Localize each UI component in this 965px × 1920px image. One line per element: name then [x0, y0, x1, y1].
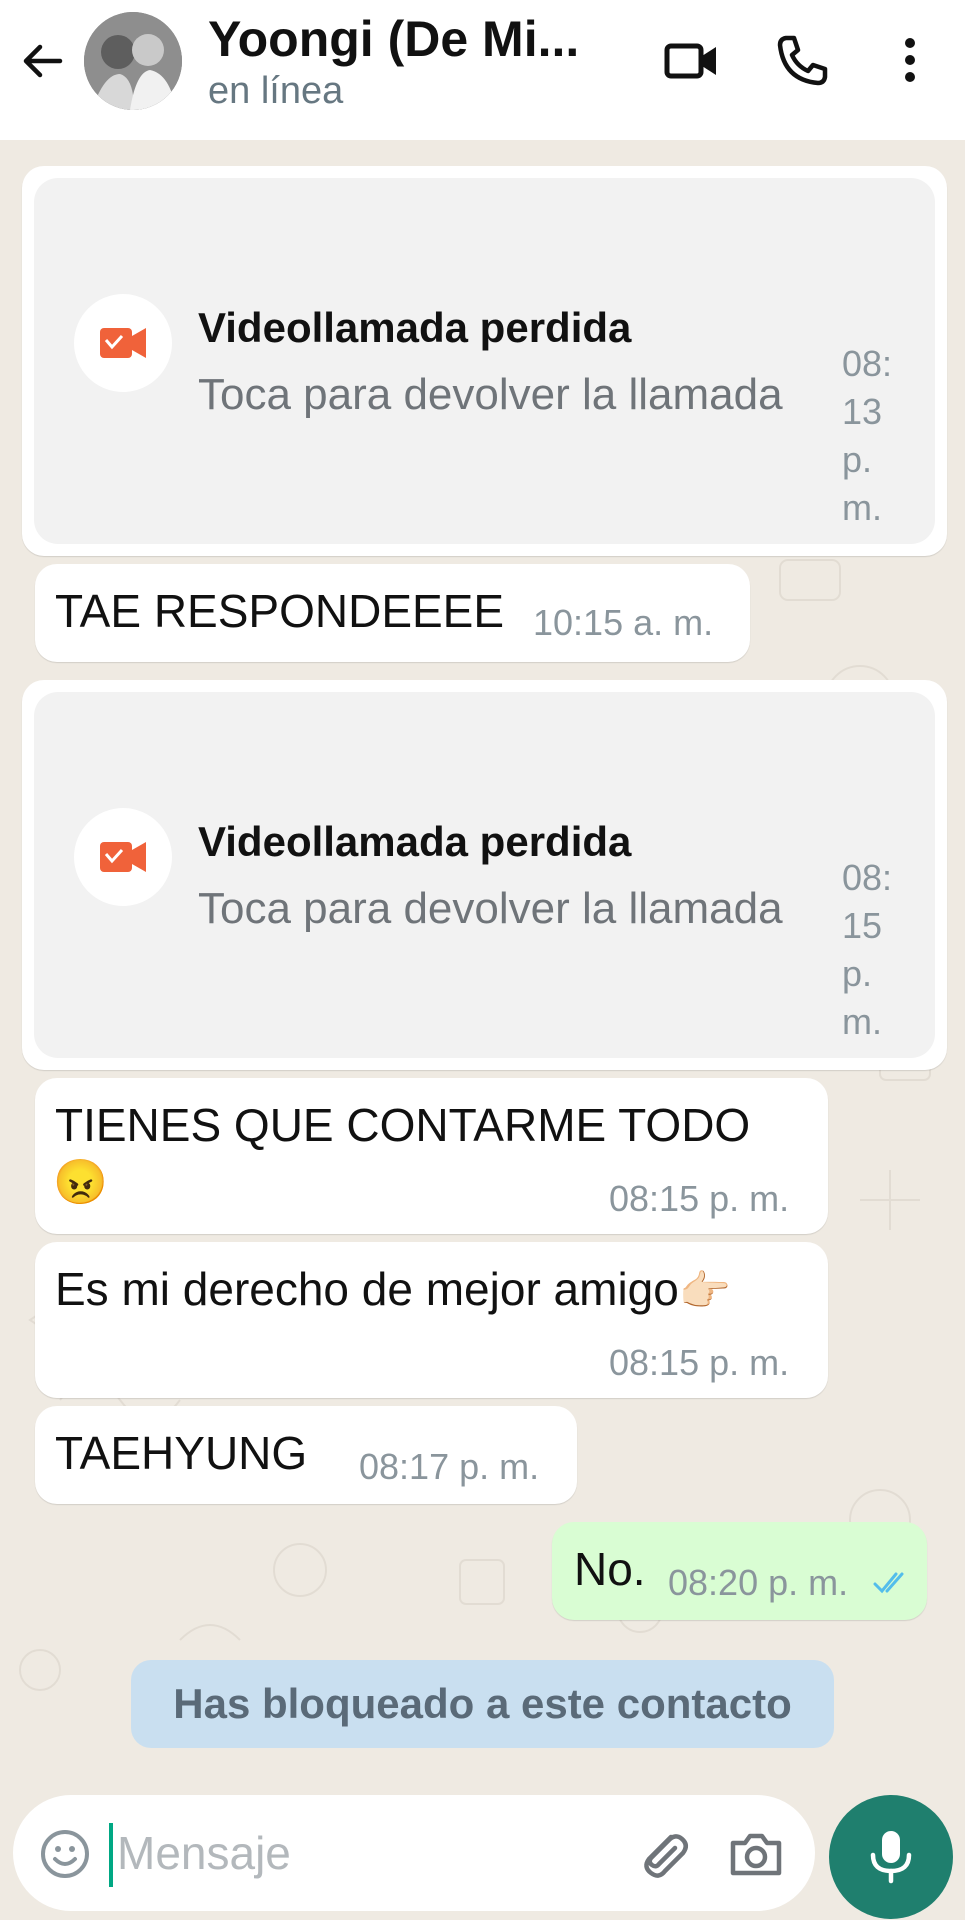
message-time: 10:15 a. m. — [533, 602, 714, 643]
phone-icon[interactable] — [772, 30, 832, 90]
message-time: 08:17 p. m. — [359, 1446, 540, 1487]
camera-icon[interactable] — [725, 1823, 787, 1885]
missed-call-bubble[interactable]: Videollamada perdida Toca para devolver … — [22, 680, 947, 1070]
read-receipt-icon — [873, 1572, 904, 1594]
blocked-contact-notice[interactable]: Has bloqueado a este contacto — [131, 1660, 834, 1748]
back-arrow-icon[interactable] — [18, 36, 68, 86]
message-composer — [13, 1795, 815, 1911]
avatar[interactable] — [84, 12, 182, 110]
missed-video-call-icon — [100, 328, 146, 358]
missed-call-subtitle: Toca para devolver la llamada — [198, 884, 783, 933]
call-icon-circle — [74, 808, 172, 906]
chat-area[interactable]: Videollamada perdida Toca para devolver … — [0, 140, 965, 1780]
message-time: 08:20 p. m. — [668, 1562, 849, 1603]
incoming-message[interactable]: Es mi derecho de mejor amigo👉🏻 08:15 p. … — [35, 1242, 828, 1398]
incoming-message[interactable]: TAE RESPONDEEEE 10:15 a. m. — [35, 564, 750, 662]
message-text: TIENES QUE CONTARME TODO — [55, 1099, 751, 1151]
missed-video-call-icon — [100, 842, 146, 872]
outgoing-message[interactable]: No. 08:20 p. m. — [552, 1522, 927, 1620]
emoji-icon[interactable] — [39, 1828, 91, 1880]
more-vert-icon[interactable] — [880, 30, 940, 90]
message-text: TAE RESPONDEEEE — [55, 585, 505, 637]
missed-call-subtitle: Toca para devolver la llamada — [198, 370, 783, 419]
message-time: 08: 15 p. m. — [842, 857, 893, 1042]
angry-emoji: 😠 — [53, 1158, 108, 1207]
message-text: TAEHYUNG — [55, 1427, 308, 1479]
attach-icon[interactable] — [631, 1823, 693, 1885]
mic-button[interactable] — [829, 1795, 953, 1919]
missed-call-bubble[interactable]: Videollamada perdida Toca para devolver … — [22, 166, 947, 556]
incoming-message[interactable]: TIENES QUE CONTARME TODO 😠 08:15 p. m. — [35, 1078, 828, 1234]
mic-icon — [870, 1831, 912, 1884]
blocked-contact-text: Has bloqueado a este contacto — [173, 1680, 792, 1727]
message-text: No. — [574, 1543, 646, 1595]
incoming-message[interactable]: TAEHYUNG 08:17 p. m. — [35, 1406, 577, 1504]
message-time: 08:15 p. m. — [609, 1178, 790, 1219]
missed-call-title: Videollamada perdida — [198, 304, 632, 351]
contact-name[interactable]: Yoongi (De Mi... — [208, 10, 579, 68]
missed-call-card[interactable]: Videollamada perdida Toca para devolver … — [34, 692, 935, 1058]
missed-call-card[interactable]: Videollamada perdida Toca para devolver … — [34, 178, 935, 544]
message-time: 08: 13 p. m. — [842, 343, 893, 528]
chat-header: Yoongi (De Mi... en línea — [0, 0, 965, 140]
video-call-icon[interactable] — [662, 30, 722, 90]
text-caret — [109, 1823, 113, 1887]
message-time: 08:15 p. m. — [609, 1342, 790, 1383]
missed-call-title: Videollamada perdida — [198, 818, 632, 865]
message-text: Es mi derecho de mejor amigo👉🏻 — [55, 1263, 732, 1315]
call-icon-circle — [74, 294, 172, 392]
pointing-emoji: 👉🏻 — [678, 1267, 732, 1314]
message-input[interactable] — [117, 1821, 617, 1885]
contact-status: en línea — [208, 70, 344, 112]
